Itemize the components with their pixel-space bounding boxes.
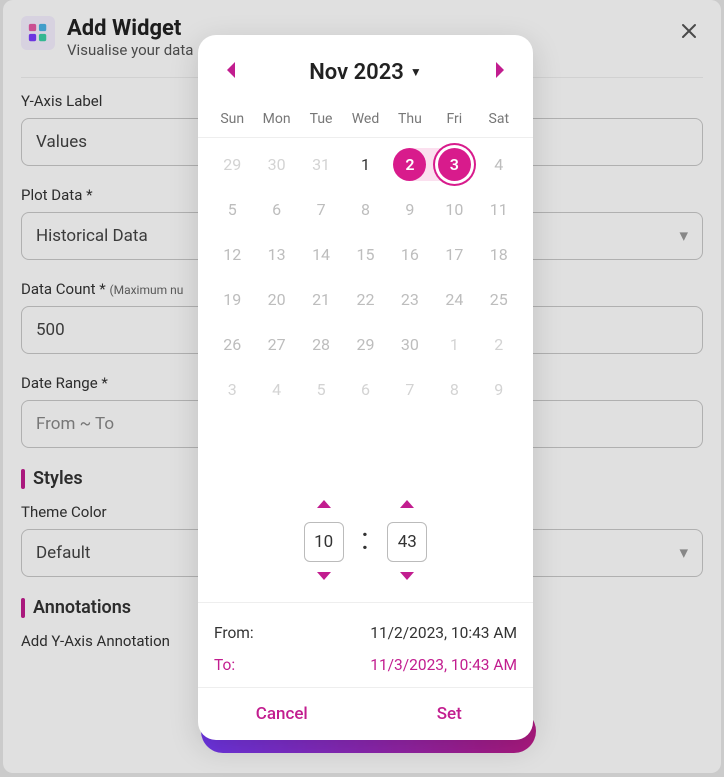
calendar-day[interactable]: 13 [254,232,298,277]
from-label: From: [214,624,254,642]
weekday-label: Fri [432,105,476,133]
to-value: 11/3/2023, 10:43 AM [370,656,517,674]
weekday-label: Wed [343,105,387,133]
calendar-day[interactable]: 10 [432,187,476,232]
chevron-up-icon [399,498,415,510]
calendar-day[interactable]: 11 [477,187,521,232]
calendar-day[interactable]: 8 [432,367,476,412]
calendar-day[interactable]: 30 [254,142,298,187]
calendar-day[interactable]: 12 [210,232,254,277]
calendar-day[interactable]: 5 [299,367,343,412]
calendar-day[interactable]: 9 [477,367,521,412]
time-picker: ·· [198,492,533,602]
cancel-button[interactable]: Cancel [198,688,366,740]
hour-input[interactable] [304,522,344,562]
calendar-day[interactable]: 29 [210,142,254,187]
calendar-actions: Cancel Set [198,687,533,740]
calendar-day[interactable]: 18 [477,232,521,277]
calendar-day[interactable]: 22 [343,277,387,322]
time-colon: ·· [362,529,370,555]
calendar-day[interactable]: 5 [210,187,254,232]
calendar-day[interactable]: 19 [210,277,254,322]
to-line: To: 11/3/2023, 10:43 AM [214,649,517,681]
chevron-right-icon [493,61,507,79]
calendar-day[interactable]: 14 [299,232,343,277]
calendar-day[interactable]: 9 [388,187,432,232]
calendar-day[interactable]: 21 [299,277,343,322]
minute-down-button[interactable] [399,570,415,586]
calendar-day[interactable]: 31 [299,142,343,187]
calendar-day[interactable]: 16 [388,232,432,277]
calendar-day[interactable]: 29 [343,322,387,367]
chevron-down-icon [316,570,332,582]
next-month-button[interactable] [487,55,513,89]
minute-spinner [387,498,427,586]
calendar-day[interactable]: 28 [299,322,343,367]
weekday-label: Sat [477,105,521,133]
date-picker-popup: Nov 2023 ▼ SunMonTueWedThuFriSat 2930311… [198,35,533,740]
calendar-day[interactable]: 2 [477,322,521,367]
calendar-day[interactable]: 8 [343,187,387,232]
calendar-day[interactable]: 4 [254,367,298,412]
calendar-day[interactable]: 7 [299,187,343,232]
hour-down-button[interactable] [316,570,332,586]
calendar-day[interactable]: 7 [388,367,432,412]
minute-up-button[interactable] [399,498,415,514]
calendar-day[interactable]: 26 [210,322,254,367]
calendar-day[interactable]: 27 [254,322,298,367]
calendar-day[interactable]: 1 [432,322,476,367]
caret-down-icon: ▼ [410,65,422,79]
from-value: 11/2/2023, 10:43 AM [370,624,517,642]
weekday-row: SunMonTueWedThuFriSat [198,105,533,133]
month-label: Nov 2023 [309,60,404,85]
weekday-label: Thu [388,105,432,133]
calendar-day[interactable]: 6 [343,367,387,412]
calendar-day[interactable]: 23 [388,277,432,322]
chevron-left-icon [224,61,238,79]
prev-month-button[interactable] [218,55,244,89]
calendar-day[interactable]: 4 [477,142,521,187]
calendar-day[interactable]: 20 [254,277,298,322]
calendar-day[interactable]: 6 [254,187,298,232]
weekday-label: Tue [299,105,343,133]
calendar-day[interactable]: 15 [343,232,387,277]
calendar-day[interactable]: 1 [343,142,387,187]
calendar-day[interactable]: 2 [388,142,432,187]
to-label: To: [214,656,235,674]
month-select-button[interactable]: Nov 2023 ▼ [309,60,422,85]
hour-up-button[interactable] [316,498,332,514]
calendar-day[interactable]: 17 [432,232,476,277]
set-button[interactable]: Set [366,688,534,740]
calendar-day[interactable]: 24 [432,277,476,322]
hour-spinner [304,498,344,586]
weekday-label: Sun [210,105,254,133]
chevron-down-icon [399,570,415,582]
calendar-grid: 2930311234567891011121314151617181920212… [198,138,533,418]
calendar-day[interactable]: 3 [210,367,254,412]
minute-input[interactable] [387,522,427,562]
range-summary: From: 11/2/2023, 10:43 AM To: 11/3/2023,… [198,602,533,687]
calendar-day[interactable]: 30 [388,322,432,367]
calendar-day[interactable]: 25 [477,277,521,322]
calendar-day[interactable]: 3 [432,142,476,187]
chevron-up-icon [316,498,332,510]
from-line: From: 11/2/2023, 10:43 AM [214,617,517,649]
weekday-label: Mon [254,105,298,133]
